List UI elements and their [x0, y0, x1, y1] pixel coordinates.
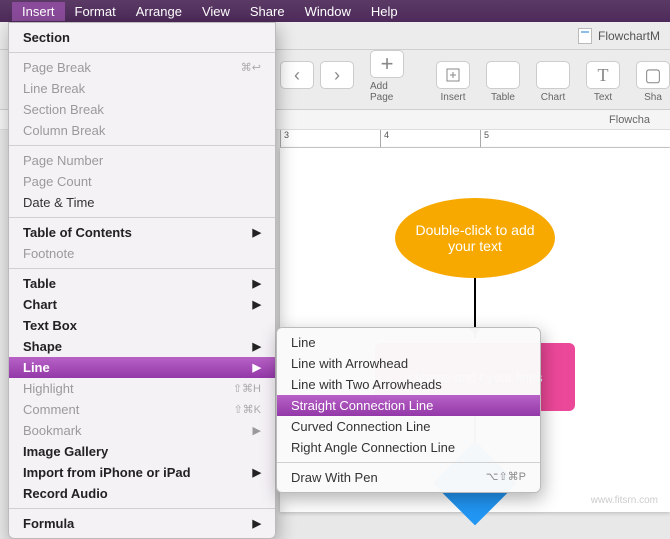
watermark: www.fitsrn.com: [591, 495, 658, 506]
submenu-arrow-icon: ▶: [253, 517, 261, 530]
menu-item-image-gallery[interactable]: Image Gallery: [9, 441, 275, 462]
menu-item-section-break[interactable]: Section Break: [9, 99, 275, 120]
menu-item-table[interactable]: Table▶: [9, 273, 275, 294]
menu-item-section[interactable]: Section: [9, 27, 275, 48]
submenu-item-straight-connection-line[interactable]: Straight Connection Line: [277, 395, 540, 416]
document-icon: [578, 28, 592, 44]
menu-item-comment[interactable]: Comment⇧⌘K: [9, 399, 275, 420]
submenu-arrow-icon: ▶: [253, 298, 261, 311]
menu-item-text-box[interactable]: Text Box: [9, 315, 275, 336]
menu-separator: [9, 145, 275, 146]
submenu-arrow-icon: ▶: [253, 277, 261, 290]
menubar: InsertFormatArrangeViewShareWindowHelp: [0, 0, 670, 22]
submenu-item-draw-with-pen[interactable]: Draw With Pen⌥⇧⌘P: [277, 467, 540, 488]
table-button[interactable]: Table: [486, 61, 520, 103]
menu-item-line[interactable]: Line▶: [9, 357, 275, 378]
submenu-item-line-with-arrowhead[interactable]: Line with Arrowhead: [277, 353, 540, 374]
document-title: FlowchartM: [598, 29, 660, 43]
menu-separator: [9, 508, 275, 509]
line-submenu: LineLine with ArrowheadLine with Two Arr…: [276, 327, 541, 493]
menu-item-page-break[interactable]: Page Break⌘↩: [9, 57, 275, 78]
menu-view[interactable]: View: [192, 2, 240, 21]
menu-share[interactable]: Share: [240, 2, 295, 21]
shape-button[interactable]: ▢Sha: [636, 61, 670, 103]
menu-insert[interactable]: Insert: [12, 2, 65, 21]
menu-help[interactable]: Help: [361, 2, 408, 21]
submenu-item-line[interactable]: Line: [277, 332, 540, 353]
menu-item-highlight[interactable]: Highlight⇧⌘H: [9, 378, 275, 399]
toolbar-label: Sha: [644, 92, 662, 103]
toolbar-label: Insert: [440, 92, 465, 103]
prev-page-button[interactable]: ‹: [280, 61, 314, 103]
menu-arrange[interactable]: Arrange: [126, 2, 192, 21]
menu-separator: [9, 268, 275, 269]
submenu-arrow-icon: ▶: [253, 340, 261, 353]
menu-item-chart[interactable]: Chart▶: [9, 294, 275, 315]
submenu-arrow-icon: ▶: [253, 466, 261, 479]
menu-item-page-count[interactable]: Page Count: [9, 171, 275, 192]
menu-separator: [9, 52, 275, 53]
chart-button[interactable]: Chart: [536, 61, 570, 103]
flowchart-ellipse[interactable]: Double-click to add your text: [395, 198, 555, 278]
menu-item-column-break[interactable]: Column Break: [9, 120, 275, 141]
text-button[interactable]: TText: [586, 61, 620, 103]
insert-button[interactable]: Insert: [436, 61, 470, 103]
submenu-arrow-icon: ▶: [253, 226, 261, 239]
menu-format[interactable]: Format: [65, 2, 126, 21]
submenu-item-line-with-two-arrowheads[interactable]: Line with Two Arrowheads: [277, 374, 540, 395]
menu-item-table-of-contents[interactable]: Table of Contents▶: [9, 222, 275, 243]
add-page-button[interactable]: +Add Page: [370, 50, 404, 103]
ruler-tick: 4: [380, 130, 480, 147]
ruler-tick: 3: [280, 130, 380, 147]
next-page-button[interactable]: ›: [320, 61, 354, 103]
menu-separator: [277, 462, 540, 463]
toolbar-label: Add Page: [370, 81, 404, 103]
menu-item-page-number[interactable]: Page Number: [9, 150, 275, 171]
menu-item-formula[interactable]: Formula▶: [9, 513, 275, 534]
menu-item-shape[interactable]: Shape▶: [9, 336, 275, 357]
submenu-arrow-icon: ▶: [253, 424, 261, 437]
menu-separator: [9, 217, 275, 218]
menu-item-record-audio[interactable]: Record Audio: [9, 483, 275, 504]
ruler: 345: [280, 130, 670, 148]
menu-item-import-from-iphone-or-ipad[interactable]: Import from iPhone or iPad▶: [9, 462, 275, 483]
menu-item-bookmark[interactable]: Bookmark▶: [9, 420, 275, 441]
toolbar-label: Text: [594, 92, 612, 103]
submenu-item-curved-connection-line[interactable]: Curved Connection Line: [277, 416, 540, 437]
menu-item-line-break[interactable]: Line Break: [9, 78, 275, 99]
toolbar-label: Chart: [541, 92, 565, 103]
menu-item-footnote[interactable]: Footnote: [9, 243, 275, 264]
submenu-item-right-angle-connection-line[interactable]: Right Angle Connection Line: [277, 437, 540, 458]
menu-item-date-time[interactable]: Date & Time: [9, 192, 275, 213]
insert-menu: Section Page Break⌘↩Line BreakSection Bre…: [8, 22, 276, 539]
submenu-arrow-icon: ▶: [253, 361, 261, 374]
menu-window[interactable]: Window: [295, 2, 361, 21]
toolbar-label: Table: [491, 92, 515, 103]
ruler-tick: 5: [480, 130, 580, 147]
